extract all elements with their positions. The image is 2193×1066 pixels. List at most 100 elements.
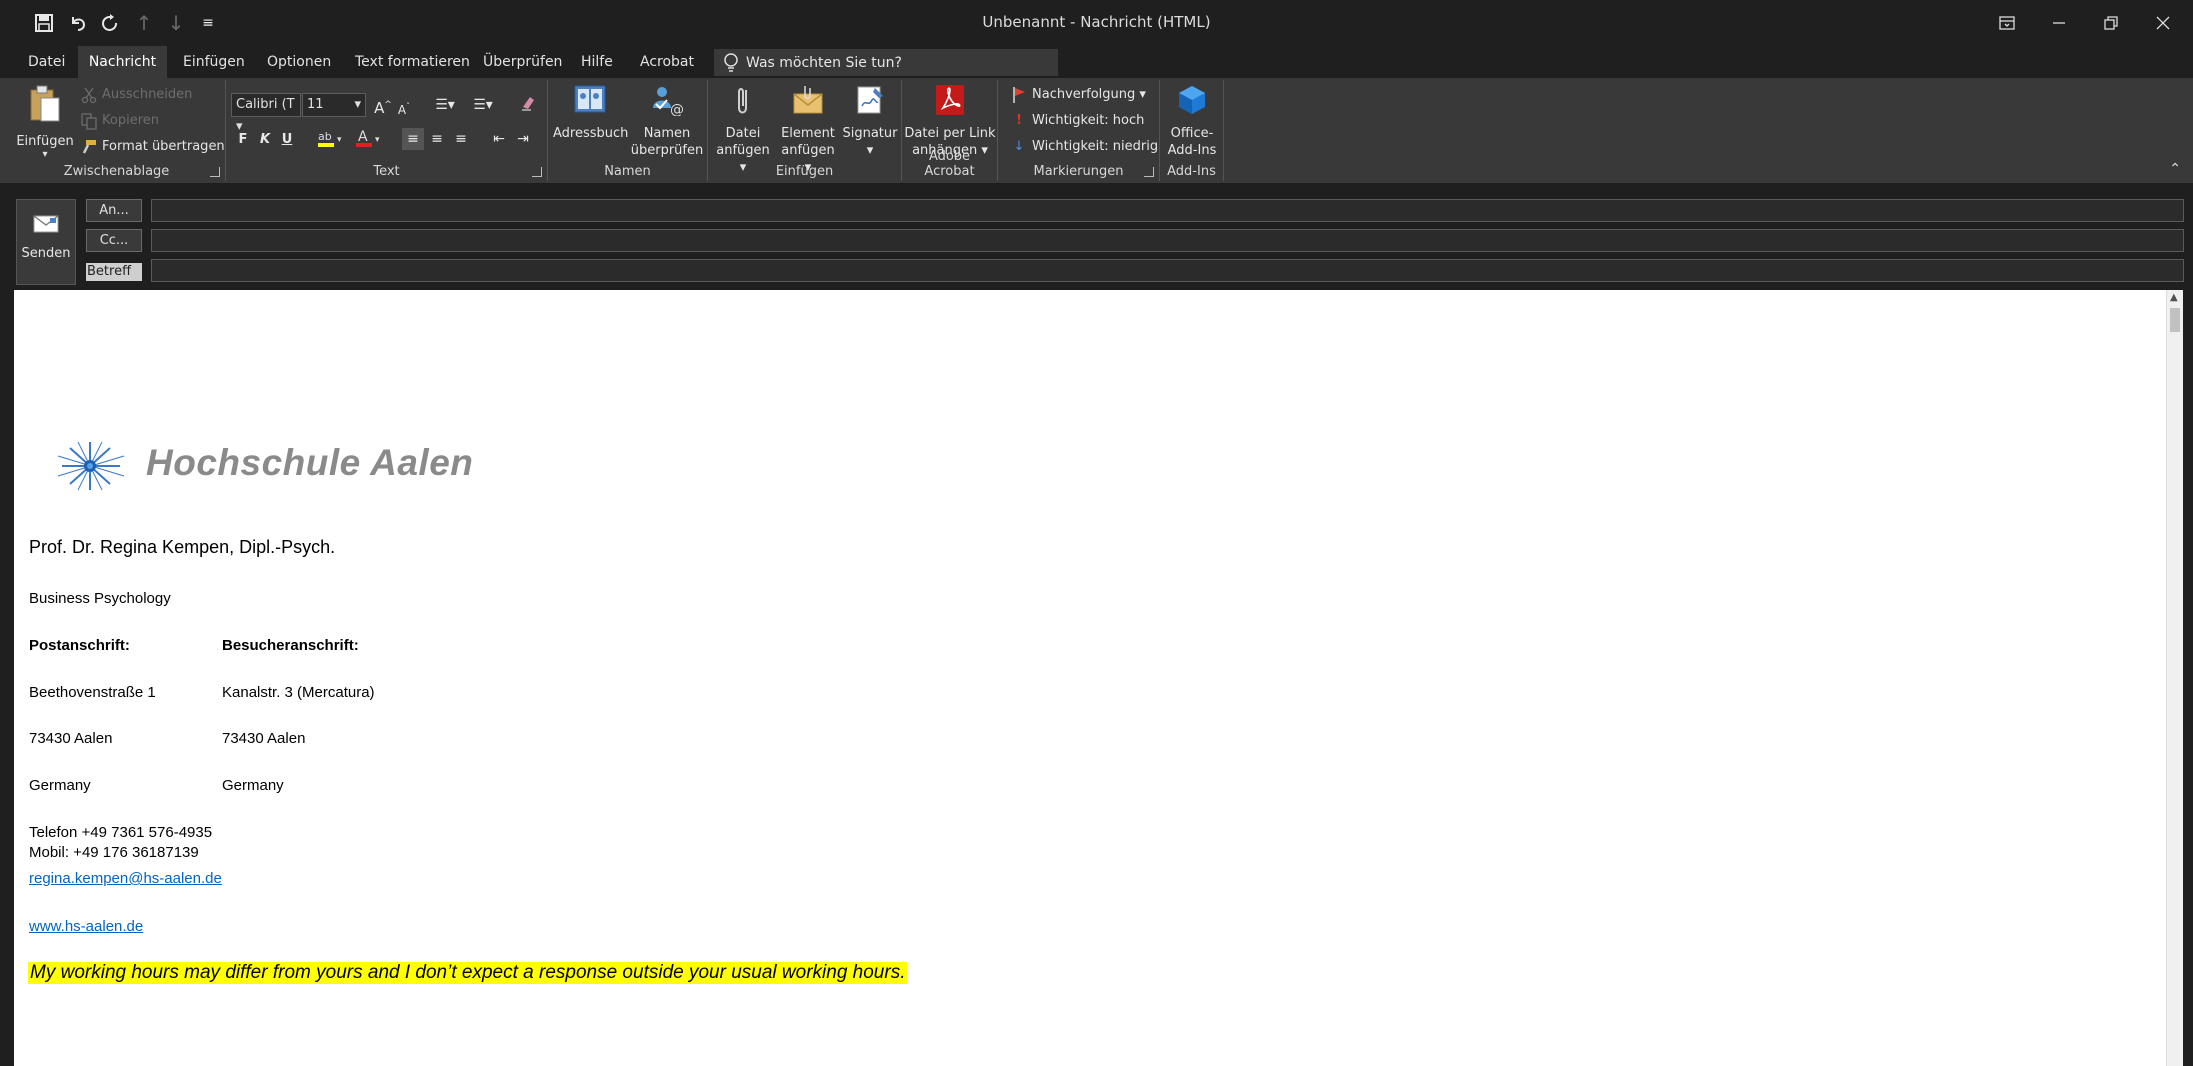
follow-up-button[interactable]: Nachverfolgung ▾ (1010, 84, 1146, 106)
italic-button[interactable]: K (258, 129, 272, 151)
acrobat-icon (904, 84, 996, 121)
grow-font-icon[interactable]: A^ (374, 94, 392, 117)
group-label-include: Einfügen (775, 164, 834, 179)
attach-item-button[interactable]: Element anfügen ▾ (776, 84, 840, 176)
address-book-icon (553, 84, 627, 121)
clipboard-launcher-icon[interactable] (210, 167, 220, 177)
tell-me-search[interactable]: Was möchten Sie tun? (714, 49, 1058, 76)
signature-department: Business Psychology (29, 590, 171, 607)
group-text: Calibri (T ▾ 11 ▾ A^ Aˇ ☰▾ ☰▾ F K U ab ▾ A… (226, 80, 548, 181)
tab-text-formatieren[interactable]: Text formatieren (345, 46, 480, 78)
postal-country: Germany (29, 777, 91, 794)
highlight-color-icon[interactable]: ab ▾ (316, 128, 348, 150)
tab-optionen[interactable]: Optionen (257, 46, 341, 78)
group-addins: Office- Add-Ins Add-Ins (1160, 80, 1224, 181)
importance-low-button[interactable]: ↓ Wichtigkeit: niedrig (1010, 136, 1159, 158)
visitor-country: Germany (222, 777, 284, 794)
group-acrobat: Datei per Link anhängen ▾ Adobe Acrobat (902, 80, 998, 181)
tab-acrobat[interactable]: Acrobat (630, 46, 704, 78)
svg-text:A: A (358, 129, 368, 145)
copy-icon (80, 112, 98, 130)
tab-nachricht[interactable]: Nachricht (78, 46, 167, 78)
vertical-scrollbar[interactable]: ▲ (2166, 290, 2183, 1066)
signature-icon (840, 84, 900, 121)
font-name-combo[interactable]: Calibri (T ▾ (231, 93, 301, 134)
ribbon-display-options-icon[interactable] (1982, 6, 2032, 40)
right-border (2183, 290, 2193, 1066)
svg-text:▾: ▾ (375, 135, 380, 145)
underline-button[interactable]: U (280, 129, 294, 151)
signature-website-link[interactable]: www.hs-aalen.de (29, 918, 143, 935)
align-right-icon[interactable]: ≡ (450, 128, 472, 150)
align-center-icon[interactable]: ≡ (426, 128, 448, 150)
attach-file-button[interactable]: Datei anfügen ▾ (712, 84, 774, 176)
menu-bar: Datei Nachricht Einfügen Optionen Text f… (0, 46, 2193, 78)
copy-button[interactable]: Kopieren (80, 110, 159, 132)
flag-icon (1010, 86, 1028, 104)
office-addins-button[interactable]: Office- Add-Ins (1162, 84, 1222, 159)
group-include: Datei anfügen ▾ Element anfügen ▾ Signat… (708, 80, 902, 181)
svg-text:ab: ab (318, 130, 332, 143)
subject-field[interactable] (151, 259, 2184, 282)
format-painter-button[interactable]: Format übertragen (80, 136, 225, 158)
window-title: Unbenannt - Nachricht (HTML) (982, 13, 1211, 31)
group-label-acrobat: Adobe Acrobat (924, 149, 975, 179)
font-color-icon[interactable]: A ▾ (354, 128, 386, 150)
envelope-attach-icon (776, 84, 840, 121)
group-label-names: Namen (604, 164, 651, 179)
cc-field[interactable] (151, 229, 2184, 252)
tab-ueberpruefen[interactable]: Überprüfen (473, 46, 572, 78)
send-button[interactable]: Senden (16, 199, 76, 285)
paste-button[interactable]: Einfügen ▾ (16, 84, 74, 160)
group-clipboard: Einfügen ▾ Ausschneiden Kopieren Format … (8, 80, 226, 181)
group-names: Adressbuch @ Namen überprüfen Namen (548, 80, 708, 181)
restore-icon[interactable] (2086, 6, 2136, 40)
postal-street: Beethovenstraße 1 (29, 684, 156, 701)
clear-formatting-icon[interactable] (518, 94, 538, 116)
decrease-indent-icon[interactable]: ⇤ (488, 128, 510, 150)
scroll-thumb[interactable] (2170, 308, 2180, 332)
tab-einfuegen[interactable]: Einfügen (173, 46, 255, 78)
tags-launcher-icon[interactable] (1144, 167, 1154, 177)
exclamation-icon: ! (1016, 113, 1022, 128)
visitor-city: 73430 Aalen (222, 730, 306, 747)
hochschule-logo-icon (54, 438, 144, 499)
attach-by-link-button[interactable]: Datei per Link anhängen ▾ (904, 84, 996, 159)
to-button[interactable]: An... (86, 199, 142, 222)
postal-city: 73430 Aalen (29, 730, 113, 747)
bullets-icon[interactable]: ☰▾ (432, 94, 458, 116)
numbering-icon[interactable]: ☰▾ (470, 94, 496, 116)
cc-button[interactable]: Cc... (86, 229, 142, 252)
collapse-ribbon-icon[interactable]: ⌃ (2169, 161, 2181, 177)
title-bar: ↑ ↓ ≡ Unbenannt - Nachricht (HTML) (0, 0, 2193, 46)
office-addins-icon (1162, 84, 1222, 121)
message-body[interactable]: Hochschule Aalen Prof. Dr. Regina Kempen… (14, 290, 2166, 1066)
group-label-clipboard: Zwischenablage (63, 164, 170, 179)
svg-text:▾: ▾ (337, 135, 342, 145)
address-book-button[interactable]: Adressbuch (553, 84, 628, 142)
to-field[interactable] (151, 199, 2184, 222)
ribbon: Einfügen ▾ Ausschneiden Kopieren Format … (0, 78, 2193, 183)
font-size-combo[interactable]: 11 ▾ (302, 93, 366, 117)
subject-label: Betreff (86, 263, 142, 281)
tab-hilfe[interactable]: Hilfe (571, 46, 623, 78)
align-left-icon[interactable]: ≡ (402, 128, 424, 150)
scissors-icon (80, 86, 98, 104)
left-border (0, 290, 14, 1066)
signature-email-link[interactable]: regina.kempen@hs-aalen.de (29, 870, 222, 887)
scroll-up-icon[interactable]: ▲ (2170, 292, 2178, 303)
visitor-street: Kanalstr. 3 (Mercatura) (222, 684, 375, 701)
increase-indent-icon[interactable]: ⇥ (512, 128, 534, 150)
check-names-button[interactable]: @ Namen überprüfen (630, 84, 704, 159)
shrink-font-icon[interactable]: Aˇ (396, 96, 412, 118)
text-launcher-icon[interactable] (532, 167, 542, 177)
bold-button[interactable]: F (236, 129, 250, 151)
importance-high-button[interactable]: ! Wichtigkeit: hoch (1010, 110, 1144, 132)
signature-button[interactable]: Signatur ▾ (840, 84, 900, 159)
tab-datei[interactable]: Datei (18, 46, 75, 78)
cut-button[interactable]: Ausschneiden (80, 84, 192, 106)
signature-mobile: Mobil: +49 176 36187139 (29, 844, 199, 861)
minimize-icon[interactable] (2034, 6, 2084, 40)
close-icon[interactable] (2138, 6, 2188, 40)
paste-icon (16, 84, 74, 129)
